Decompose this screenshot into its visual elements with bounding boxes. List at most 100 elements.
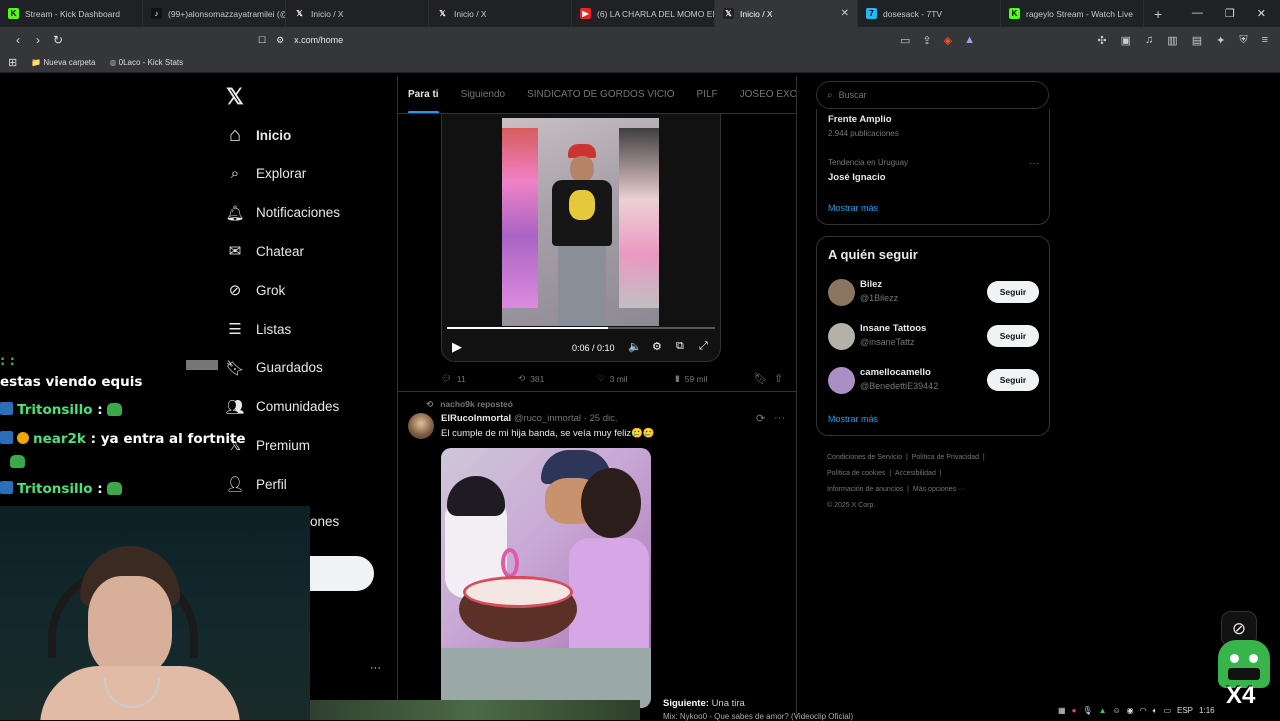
browser-tab[interactable]: 𝕏 Inicio / X bbox=[429, 0, 572, 27]
follow-button[interactable]: Seguir bbox=[987, 325, 1039, 347]
discord-icon[interactable]: ☺ bbox=[1112, 706, 1120, 715]
sidebar-icon[interactable]: ▥ bbox=[1167, 34, 1177, 47]
back-icon[interactable]: ‹ bbox=[8, 33, 28, 47]
tray-icon[interactable]: ● bbox=[1072, 706, 1077, 715]
nav-item-listas[interactable]: ☰ Listas bbox=[226, 320, 291, 338]
settings-icon[interactable]: ⚙ bbox=[652, 340, 662, 353]
bookmark-folder[interactable]: 📁 Nueva carpeta bbox=[31, 58, 95, 67]
post-image[interactable] bbox=[441, 448, 651, 708]
bookmark-post-button[interactable]: 🔖︎ bbox=[754, 372, 768, 385]
nav-item-perfil[interactable]: 👤︎ Perfil bbox=[225, 475, 286, 493]
mic-icon[interactable]: 🎙︎ bbox=[1082, 706, 1092, 715]
like-button[interactable]: ♡ 3 mil bbox=[597, 373, 628, 384]
play-icon[interactable]: ▶ bbox=[452, 339, 462, 355]
fullscreen-icon[interactable]: ⤢ bbox=[699, 340, 708, 353]
nav-item-explorar[interactable]: ⌕ Explorar bbox=[226, 165, 306, 183]
trend-item[interactable]: Tendencia en Uruguay José Ignacio ··· bbox=[828, 158, 1039, 183]
new-tab-button[interactable]: + bbox=[1144, 6, 1172, 22]
x-logo-icon[interactable]: 𝕏 bbox=[226, 84, 244, 110]
feed-tab[interactable]: PILF bbox=[697, 89, 718, 100]
apps-grid-icon[interactable]: ⊞ bbox=[8, 56, 17, 69]
feed-tab[interactable]: Siguiendo bbox=[461, 89, 505, 100]
ads-info-link[interactable]: Información de anuncios bbox=[827, 486, 903, 493]
leo-icon[interactable]: ✦ bbox=[1216, 34, 1225, 47]
trend-more-icon[interactable]: ··· bbox=[1029, 158, 1039, 169]
feed-tab[interactable]: SINDICATO DE GORDOS VICIO bbox=[527, 89, 674, 100]
restore-icon[interactable]: ❐ bbox=[1225, 7, 1235, 20]
cookies-link[interactable]: Política de cookies bbox=[827, 470, 885, 477]
author-handle[interactable]: @ruco_inmortal bbox=[514, 413, 581, 424]
terms-link[interactable]: Condiciones de Servicio bbox=[827, 454, 902, 461]
avatar[interactable] bbox=[828, 323, 855, 350]
video-progress-track[interactable] bbox=[447, 327, 715, 329]
browser-tab[interactable]: Krageylo Stream - Watch Live bbox=[1001, 0, 1144, 27]
share-icon[interactable]: ⇪ bbox=[922, 34, 931, 47]
reload-icon[interactable]: ↻ bbox=[48, 33, 68, 47]
more-options-link[interactable]: Más opciones ··· bbox=[913, 486, 965, 493]
lang-indicator[interactable]: ESP bbox=[1177, 706, 1193, 715]
reply-button[interactable]: 💬︎ 11 bbox=[441, 373, 466, 384]
menu-icon[interactable]: ≡ bbox=[1262, 34, 1268, 47]
follow-button[interactable]: Seguir bbox=[987, 369, 1039, 391]
grok-post-icon[interactable]: ⟳ bbox=[756, 412, 765, 425]
post-date[interactable]: · 25 dic. bbox=[584, 413, 618, 424]
video-player[interactable]: ▶ 0:06 / 0:10 🔈 ⚙ ⧉ ⤢ bbox=[441, 114, 721, 362]
site-info-icon[interactable]: ⚙ bbox=[276, 35, 284, 46]
nav-item-inicio[interactable]: ⌂ Inicio bbox=[226, 124, 291, 146]
screen-icon[interactable]: ▭ bbox=[900, 34, 910, 47]
speaker-icon[interactable]: 🔈︎ bbox=[1153, 706, 1158, 716]
close-tab-icon[interactable]: ✕ bbox=[841, 8, 849, 19]
privacy-link[interactable]: Política de Privacidad bbox=[912, 454, 979, 461]
tray-icon[interactable]: ▲ bbox=[1099, 706, 1107, 715]
pip-icon[interactable]: ⧉ bbox=[676, 340, 684, 353]
forward-icon[interactable]: › bbox=[28, 33, 48, 47]
follow-name[interactable]: camellocamello bbox=[860, 367, 931, 378]
show-more-trends-link[interactable]: Mostrar más bbox=[828, 203, 878, 213]
battery-icon[interactable]: ▭ bbox=[1163, 706, 1171, 715]
avatar[interactable] bbox=[828, 367, 855, 394]
nav-item-grok[interactable]: ⊘ Grok bbox=[226, 281, 286, 299]
nav-item-notificaciones[interactable]: 🔔︎ Notificaciones bbox=[225, 204, 340, 222]
brave-rewards-icon[interactable]: ▲ bbox=[964, 34, 975, 47]
vpn-icon[interactable]: ⛨ bbox=[1239, 34, 1247, 47]
account-more-icon[interactable]: ··· bbox=[370, 662, 381, 674]
follow-name[interactable]: Insane Tattoos bbox=[860, 323, 926, 334]
music-icon[interactable]: ♫ bbox=[1145, 34, 1153, 47]
trend-item[interactable]: Frente Amplio 2.944 publicaciones bbox=[828, 114, 1039, 138]
nav-item-guardados[interactable]: 🔖︎ Guardados bbox=[225, 359, 322, 377]
accessibility-link[interactable]: Accesibilidad bbox=[895, 470, 936, 477]
extensions-icon[interactable]: ✣ bbox=[1097, 34, 1106, 47]
browser-tab[interactable]: 𝕏 Inicio / X bbox=[286, 0, 429, 27]
author-name[interactable]: ElRucoInmortal bbox=[441, 413, 511, 424]
minimize-icon[interactable]: — bbox=[1192, 7, 1203, 20]
brave-shield-icon[interactable]: ◈ bbox=[944, 34, 952, 47]
browser-tab[interactable]: 7 dosesack - 7TV bbox=[858, 0, 1001, 27]
browser-tab[interactable]: K Stream - Kick Dashboard bbox=[0, 0, 143, 27]
browser-tab[interactable]: ♪ (99+)alonsomazzayatramilei (@ bbox=[143, 0, 286, 27]
show-more-follow-link[interactable]: Mostrar más bbox=[828, 414, 878, 424]
nav-item-chatear[interactable]: ✉ Chatear bbox=[226, 242, 304, 260]
wallet-icon[interactable]: ▤ bbox=[1192, 34, 1202, 47]
wifi-icon[interactable]: ◠ bbox=[1140, 706, 1147, 715]
follow-name[interactable]: Bilez bbox=[860, 279, 882, 290]
views-button[interactable]: ▮ 59 mil bbox=[675, 373, 707, 384]
feed-tab[interactable]: JOSEO EXCLUSI bbox=[740, 89, 796, 100]
search-input[interactable] bbox=[838, 90, 1019, 100]
post-more-icon[interactable]: ··· bbox=[774, 412, 785, 424]
avatar[interactable] bbox=[828, 279, 855, 306]
close-window-icon[interactable]: ✕ bbox=[1257, 7, 1266, 20]
clock[interactable]: 1:16 bbox=[1199, 706, 1215, 715]
url-field[interactable]: ☐ ⚙ x.com/home bbox=[258, 35, 343, 46]
avatar[interactable] bbox=[408, 413, 434, 439]
bookmark-link[interactable]: ◍ 0Laco - Kick Stats bbox=[109, 58, 183, 67]
steam-icon[interactable]: ◉ bbox=[1127, 706, 1134, 715]
feed-tab[interactable]: Para ti bbox=[408, 89, 439, 113]
search-box[interactable]: ⌕ bbox=[816, 81, 1049, 109]
bookmark-page-icon[interactable]: ☐ bbox=[258, 35, 266, 46]
nav-item-ones[interactable]: ones bbox=[310, 514, 339, 529]
media-icon[interactable]: ▣ bbox=[1121, 34, 1131, 47]
share-post-button[interactable]: ⇧ bbox=[774, 372, 783, 385]
browser-tab[interactable]: 𝕏 Inicio / X ✕ bbox=[715, 0, 858, 27]
tray-icon[interactable]: ▦ bbox=[1058, 706, 1066, 715]
volume-icon[interactable]: 🔈 bbox=[628, 340, 642, 353]
